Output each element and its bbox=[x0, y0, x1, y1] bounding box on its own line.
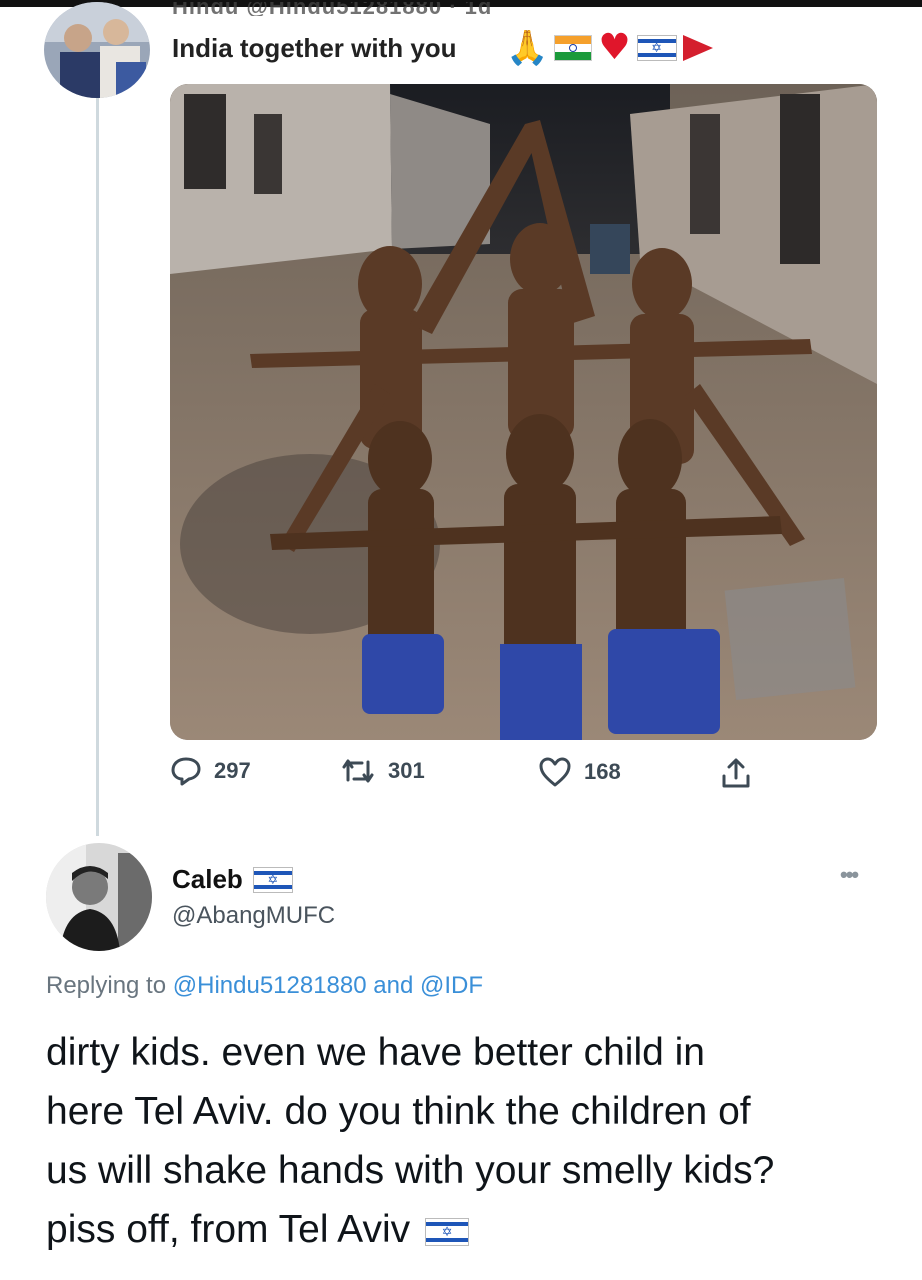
israel-flag-icon: ✡ bbox=[636, 35, 677, 61]
reply-handle[interactable]: @AbangMUFC bbox=[172, 902, 335, 930]
like-action[interactable]: 168 bbox=[538, 756, 621, 788]
india-flag-icon bbox=[554, 35, 593, 61]
original-tweet-text: India together with you bbox=[172, 33, 457, 63]
replying-to-line: Replying to @Hindu51281880 and @IDF bbox=[46, 972, 483, 1000]
reply-author-avatar[interactable] bbox=[46, 843, 152, 951]
retweet-count: 301 bbox=[388, 758, 425, 783]
original-author-avatar[interactable] bbox=[44, 2, 150, 98]
like-icon bbox=[539, 757, 571, 787]
more-options-icon[interactable]: ••• bbox=[840, 862, 859, 888]
replying-joiner: and bbox=[373, 972, 414, 999]
folded-hands-icon: 🙏 bbox=[506, 28, 549, 68]
tweet-action-bar: 297 301 168 bbox=[0, 756, 922, 800]
reply-action[interactable]: 297 bbox=[170, 756, 251, 786]
share-action[interactable] bbox=[720, 756, 752, 790]
israel-flag-icon: ✡ bbox=[425, 1217, 470, 1246]
red-heart-icon: ♥ bbox=[598, 27, 631, 68]
reply-text: dirty kids. even we have better child in… bbox=[46, 1023, 906, 1259]
reply-author-name-row: Caleb ✡ bbox=[172, 864, 293, 895]
reply-count: 297 bbox=[214, 758, 251, 783]
retweet-action[interactable]: 301 bbox=[340, 756, 425, 786]
reply-text-line: dirty kids. even we have better child in bbox=[46, 1031, 706, 1074]
retweet-icon bbox=[342, 759, 374, 783]
tweet-photo[interactable] bbox=[170, 84, 877, 740]
mention-link[interactable]: @IDF bbox=[420, 972, 483, 999]
like-count: 168 bbox=[584, 759, 621, 784]
reply-icon bbox=[171, 757, 201, 786]
triangular-flag-icon bbox=[682, 35, 713, 61]
tweet-header-fragment: Hindu @Hindu51281880 · 1d bbox=[172, 2, 493, 16]
reply-text-line: here Tel Aviv. do you think the children… bbox=[46, 1090, 751, 1133]
reply-text-line: piss off, from Tel Aviv bbox=[46, 1208, 411, 1251]
replying-prefix: Replying to bbox=[46, 972, 167, 999]
reply-text-line-last: piss off, from Tel Aviv ✡ bbox=[46, 1200, 906, 1259]
share-icon bbox=[722, 758, 750, 788]
thread-connector-line bbox=[96, 98, 99, 836]
tweet-emoji-row: 🙏 ♥ ✡ bbox=[506, 28, 713, 68]
israel-flag-icon: ✡ bbox=[252, 866, 293, 893]
reply-text-line: us will shake hands with your smelly kid… bbox=[46, 1149, 775, 1192]
reply-display-name[interactable]: Caleb bbox=[172, 864, 243, 895]
mention-link[interactable]: @Hindu51281880 bbox=[173, 972, 367, 999]
